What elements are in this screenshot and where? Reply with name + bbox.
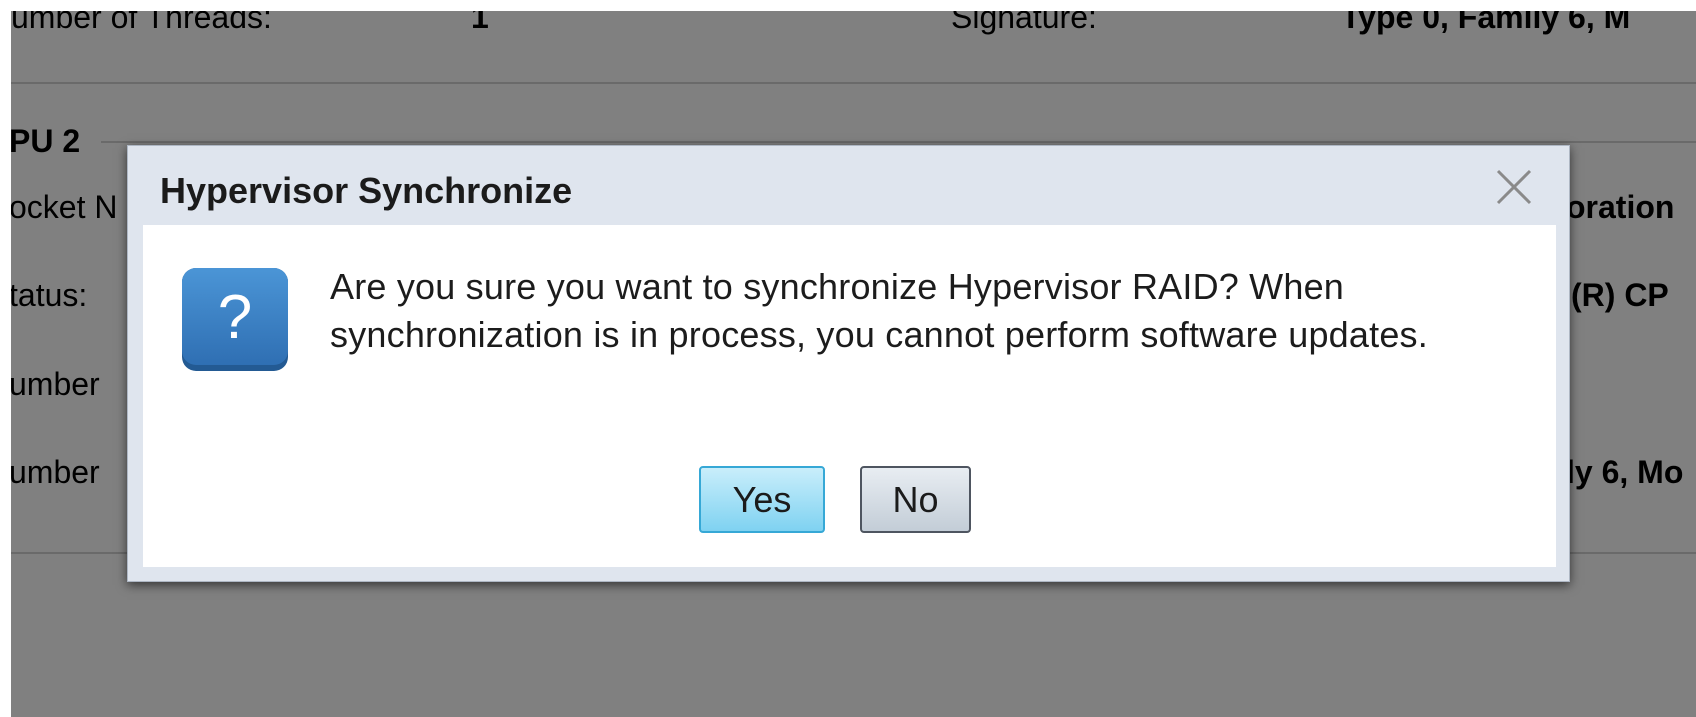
bg-threads-value: 1 (471, 11, 489, 35)
bg-right-value: ly 6, Mo (1566, 454, 1684, 490)
bg-right-value: oration (1566, 189, 1675, 225)
dialog-message: Are you sure you want to synchronize Hyp… (330, 266, 1428, 355)
dialog-title: Hypervisor Synchronize (160, 170, 573, 211)
svg-text:?: ? (218, 283, 252, 352)
section-divider (101, 141, 1696, 143)
bg-left-label: umber (11, 454, 100, 490)
bg-signature-label: Signature: (951, 11, 1097, 35)
no-button[interactable]: No (860, 466, 971, 533)
bg-left-label: umber (11, 366, 100, 402)
bg-right-value: (R) CP (1571, 277, 1669, 313)
bg-left-label: ocket N (11, 189, 118, 225)
confirm-dialog: Hypervisor Synchronize ? Are you sure yo… (127, 145, 1570, 582)
bg-section-title: PU 2 (11, 123, 81, 159)
bg-signature-value: Type 0, Family 6, M (1341, 11, 1631, 35)
bg-threads-label: umber of Threads: (11, 11, 272, 35)
bg-left-label: tatus: (11, 277, 88, 313)
close-icon[interactable] (1492, 165, 1536, 209)
question-icon: ? (182, 268, 288, 371)
divider (11, 82, 1696, 84)
yes-button[interactable]: Yes (699, 466, 825, 533)
dialog-body: ? Are you sure you want to synchronize H… (143, 225, 1556, 567)
